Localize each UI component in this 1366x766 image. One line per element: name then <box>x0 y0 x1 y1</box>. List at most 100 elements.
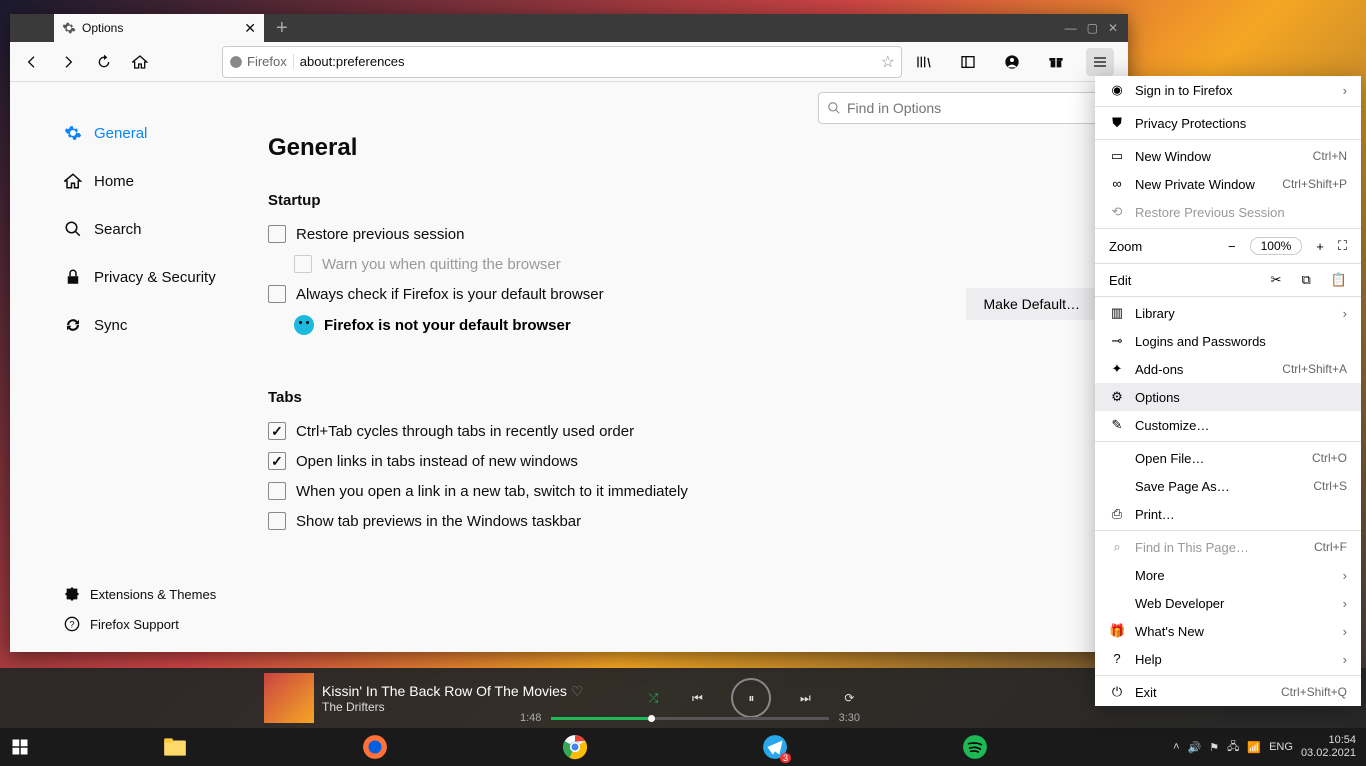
heart-icon[interactable]: ♡ <box>571 683 584 699</box>
titlebar: Options ✕ + — ▢ ✕ <box>10 14 1128 42</box>
account-icon[interactable] <box>998 48 1026 76</box>
repeat-button[interactable]: ⟳ <box>839 688 859 708</box>
gear-icon <box>62 21 76 35</box>
menu-logins[interactable]: ⊸Logins and Passwords <box>1095 327 1361 355</box>
menu-more[interactable]: More› <box>1095 561 1361 589</box>
copy-icon[interactable]: ⧉ <box>1302 272 1311 288</box>
taskbar-app-spotify[interactable] <box>960 732 990 762</box>
sidebar-item-home[interactable]: Home <box>64 166 250 196</box>
start-button[interactable] <box>0 728 40 766</box>
hamburger-menu-button[interactable] <box>1086 48 1114 76</box>
chevron-right-icon: › <box>1343 652 1347 667</box>
menu-addons[interactable]: ✦Add-onsCtrl+Shift+A <box>1095 355 1361 383</box>
checkbox[interactable] <box>268 225 286 243</box>
tab-previews-option[interactable]: Show tab previews in the Windows taskbar <box>268 512 1128 530</box>
menu-open-file[interactable]: Open File…Ctrl+O <box>1095 444 1361 472</box>
forward-button[interactable] <box>54 48 82 76</box>
close-button[interactable]: ✕ <box>1108 21 1118 35</box>
find-options-input[interactable] <box>847 100 1089 116</box>
menu-library[interactable]: ▥Library› <box>1095 299 1361 327</box>
menu-new-private-window[interactable]: ∞New Private WindowCtrl+Shift+P <box>1095 170 1361 198</box>
shuffle-button[interactable]: ⤮ <box>643 688 663 708</box>
clock[interactable]: 10:54 03.02.2021 <box>1301 734 1356 760</box>
gift-icon[interactable] <box>1042 48 1070 76</box>
fullscreen-button[interactable]: ⛶ <box>1338 238 1347 254</box>
progress-row: 1:48 3:30 <box>520 712 860 724</box>
sidebar-item-sync[interactable]: Sync <box>64 310 250 340</box>
menu-options[interactable]: ⚙Options <box>1095 383 1361 411</box>
ctrl-tab-option[interactable]: ✓Ctrl+Tab cycles through tabs in recentl… <box>268 422 1128 440</box>
checkbox[interactable] <box>268 512 286 530</box>
security-icon[interactable]: ⚑ <box>1209 741 1219 754</box>
tabs-heading: Tabs <box>268 389 1128 406</box>
menu-new-window[interactable]: ▭New WindowCtrl+N <box>1095 142 1361 170</box>
menu-print[interactable]: ⎙Print… <box>1095 500 1361 528</box>
main-content: General Startup Restore previous session… <box>250 82 1128 652</box>
chevron-right-icon: › <box>1343 624 1347 639</box>
preferences-sidebar: General Home Search Privacy & Security S… <box>10 82 250 652</box>
gear-icon <box>64 124 82 142</box>
language-indicator[interactable]: ENG <box>1269 741 1293 753</box>
bookmark-star-icon[interactable]: ☆ <box>881 52 895 72</box>
next-track-button[interactable]: ⏭ <box>795 688 815 708</box>
paste-icon[interactable]: 📋 <box>1331 272 1347 288</box>
menu-help[interactable]: ?Help› <box>1095 645 1361 673</box>
zoom-value[interactable]: 100% <box>1250 237 1303 255</box>
menu-signin[interactable]: ◉Sign in to Firefox› <box>1095 76 1361 104</box>
menu-exit[interactable]: ⏻ExitCtrl+Shift+Q <box>1095 678 1361 706</box>
taskbar-app-chrome[interactable] <box>560 732 590 762</box>
print-icon: ⎙ <box>1109 506 1125 522</box>
minimize-button[interactable]: — <box>1065 21 1077 35</box>
menu-find-in-page[interactable]: ⌕Find in This Page…Ctrl+F <box>1095 533 1361 561</box>
svg-text:?: ? <box>69 619 74 629</box>
sync-icon <box>64 316 82 334</box>
restore-session-option[interactable]: Restore previous session <box>268 225 1128 243</box>
taskbar-app-files[interactable] <box>160 732 190 762</box>
tab-close-icon[interactable]: ✕ <box>244 20 256 37</box>
volume-icon[interactable]: 🔊 <box>1188 741 1202 754</box>
checkbox[interactable] <box>268 285 286 303</box>
sidebar-item-general[interactable]: General <box>64 118 250 148</box>
open-links-tabs-option[interactable]: ✓Open links in tabs instead of new windo… <box>268 452 1128 470</box>
zoom-out-button[interactable]: − <box>1228 239 1236 254</box>
menu-customize[interactable]: ✎Customize… <box>1095 411 1361 439</box>
cut-icon[interactable]: ✂ <box>1271 272 1282 288</box>
switch-new-tab-option[interactable]: When you open a link in a new tab, switc… <box>268 482 1128 500</box>
wifi-icon[interactable]: 📶 <box>1247 741 1261 754</box>
new-tab-button[interactable]: + <box>264 17 300 40</box>
url-text: about:preferences <box>300 54 881 69</box>
album-art[interactable] <box>264 673 314 723</box>
system-tray[interactable]: ˄ 🔊 ⚑ 🖧 📶 ENG 10:54 03.02.2021 <box>1173 734 1366 760</box>
checkbox-checked[interactable]: ✓ <box>268 422 286 440</box>
reload-button[interactable] <box>90 48 118 76</box>
menu-web-developer[interactable]: Web Developer› <box>1095 589 1361 617</box>
back-button[interactable] <box>18 48 46 76</box>
sidebar-item-privacy[interactable]: Privacy & Security <box>64 262 250 292</box>
puzzle-icon: ✦ <box>1109 361 1125 377</box>
library-icon[interactable] <box>910 48 938 76</box>
tray-chevron-icon[interactable]: ˄ <box>1173 741 1179 753</box>
menu-whats-new[interactable]: 🎁What's New› <box>1095 617 1361 645</box>
home-icon <box>64 172 82 190</box>
taskbar-app-telegram[interactable]: 3 <box>760 732 790 762</box>
zoom-in-button[interactable]: + <box>1316 239 1324 254</box>
sidebar-extensions[interactable]: Extensions & Themes <box>64 586 250 602</box>
progress-bar[interactable] <box>551 717 828 720</box>
home-button[interactable] <box>126 48 154 76</box>
menu-privacy-protections[interactable]: ⛊Privacy Protections <box>1095 109 1361 137</box>
checkbox[interactable] <box>268 482 286 500</box>
taskbar-app-firefox[interactable] <box>360 732 390 762</box>
network-icon[interactable]: 🖧 <box>1227 738 1239 757</box>
find-options-search[interactable] <box>818 92 1098 124</box>
url-bar[interactable]: Firefox about:preferences ☆ <box>222 46 902 78</box>
sidebar-icon[interactable] <box>954 48 982 76</box>
tab-options[interactable]: Options ✕ <box>54 14 264 42</box>
make-default-button[interactable]: Make Default… <box>966 288 1098 320</box>
maximize-button[interactable]: ▢ <box>1087 21 1098 35</box>
sidebar-item-search[interactable]: Search <box>64 214 250 244</box>
menu-save-page[interactable]: Save Page As…Ctrl+S <box>1095 472 1361 500</box>
checkbox-checked[interactable]: ✓ <box>268 452 286 470</box>
power-icon: ⏻ <box>1109 684 1125 700</box>
sidebar-support[interactable]: ? Firefox Support <box>64 616 250 632</box>
prev-track-button[interactable]: ⏮ <box>687 688 707 708</box>
